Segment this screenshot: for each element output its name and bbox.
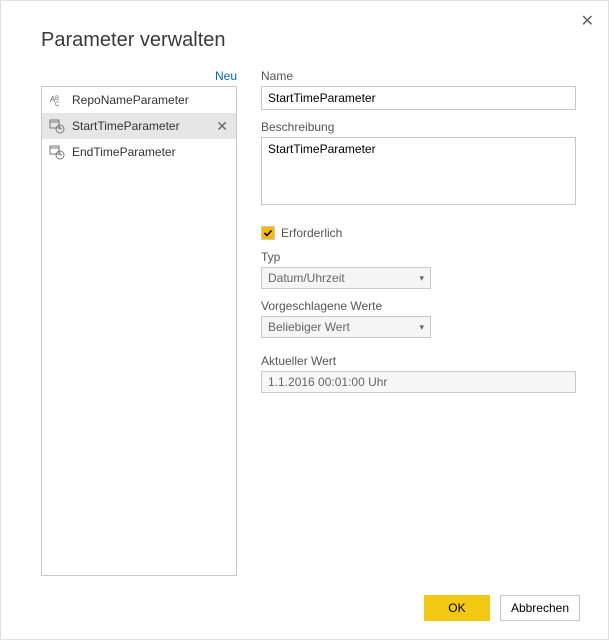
delete-parameter-icon[interactable]: ✕ [214, 118, 230, 135]
type-select[interactable]: Datum/Uhrzeit ▾ [261, 267, 431, 289]
dialog-title: Parameter verwalten [41, 29, 226, 52]
suggested-values-label: Vorgeschlagene Werte [261, 299, 576, 313]
name-label: Name [261, 69, 576, 83]
new-parameter-link[interactable]: Neu [41, 69, 237, 83]
svg-text:C: C [55, 102, 60, 108]
dialog-footer: OK Abbrechen [424, 595, 580, 621]
ok-button[interactable]: OK [424, 595, 490, 621]
description-label: Beschreibung [261, 120, 576, 134]
parameter-item-label: EndTimeParameter [72, 145, 230, 159]
suggested-values-select[interactable]: Beliebiger Wert ▾ [261, 316, 431, 338]
close-icon[interactable]: ✕ [581, 11, 594, 31]
type-label: Typ [261, 250, 576, 264]
parameter-list: ABC RepoNameParameter StartTimeParameter… [41, 86, 237, 576]
current-value-input[interactable]: 1.1.2016 00:01:00 Uhr [261, 371, 576, 393]
cancel-button[interactable]: Abbrechen [500, 595, 580, 621]
required-label: Erforderlich [281, 226, 342, 240]
required-checkbox[interactable] [261, 226, 275, 240]
parameter-item-reponame[interactable]: ABC RepoNameParameter [42, 87, 236, 113]
chevron-down-icon: ▾ [419, 322, 424, 333]
type-value: Datum/Uhrzeit [268, 271, 345, 285]
datetime-type-icon [48, 117, 66, 135]
parameter-form: Name Beschreibung Erforderlich Typ Datum… [261, 69, 576, 393]
parameter-item-starttime[interactable]: StartTimeParameter ✕ [42, 113, 236, 139]
parameter-item-endtime[interactable]: EndTimeParameter [42, 139, 236, 165]
suggested-values-value: Beliebiger Wert [268, 320, 350, 334]
name-input[interactable] [261, 86, 576, 110]
description-input[interactable] [261, 137, 576, 205]
datetime-type-icon [48, 143, 66, 161]
parameter-item-label: StartTimeParameter [72, 119, 214, 133]
parameter-item-label: RepoNameParameter [72, 93, 230, 107]
current-value-label: Aktueller Wert [261, 354, 576, 368]
text-type-icon: ABC [48, 91, 66, 109]
chevron-down-icon: ▾ [419, 273, 424, 284]
